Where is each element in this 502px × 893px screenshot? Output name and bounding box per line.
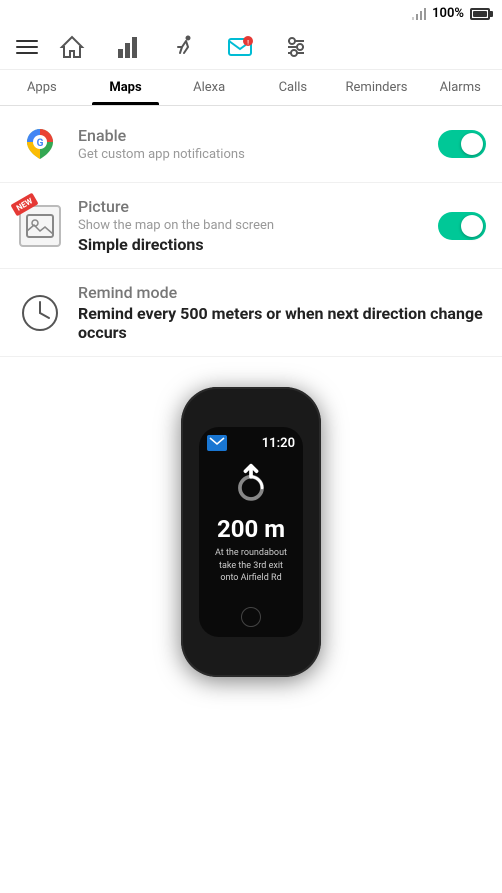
enable-toggle[interactable] <box>438 130 486 158</box>
hamburger-menu[interactable] <box>12 36 42 58</box>
maps-icon-wrap: G <box>16 120 64 168</box>
clock-icon-box <box>19 292 61 334</box>
picture-bold: Simple directions <box>78 235 424 254</box>
enable-row: G Enable Get custom app notifications <box>0 106 502 183</box>
status-bar: 100% <box>0 0 502 25</box>
band-home-button <box>241 607 261 627</box>
header-nav: ! <box>0 25 502 70</box>
clock-icon-wrap <box>16 289 64 337</box>
band-preview-container: 11:20 200 m At the roundabout take the 3… <box>0 357 502 717</box>
tab-alarms[interactable]: Alarms <box>418 70 502 105</box>
picture-title: Picture <box>78 197 424 216</box>
nav-icons: ! <box>58 33 310 61</box>
battery-percentage: 100% <box>432 6 464 21</box>
reminders-nav-button[interactable]: ! <box>226 33 254 61</box>
tab-reminders[interactable]: Reminders <box>335 70 419 105</box>
enable-desc: Get custom app notifications <box>78 147 424 162</box>
enable-text: Enable Get custom app notifications <box>78 126 424 162</box>
tab-maps[interactable]: Maps <box>84 70 168 105</box>
remind-row: Remind mode Remind every 500 meters or w… <box>0 269 502 357</box>
alarms-nav-button[interactable] <box>282 33 310 61</box>
remind-text: Remind mode Remind every 500 meters or w… <box>78 283 486 342</box>
settings-content: G Enable Get custom app notifications NE… <box>0 106 502 357</box>
tab-alexa[interactable]: Alexa <box>167 70 251 105</box>
stats-nav-button[interactable] <box>114 33 142 61</box>
clock-icon <box>21 294 59 332</box>
maps-app-icon: G <box>19 123 61 165</box>
stats-icon <box>114 33 142 61</box>
tab-apps[interactable]: Apps <box>0 70 84 105</box>
home-icon <box>58 33 86 61</box>
picture-row: NEW Picture Show the map on the band scr… <box>0 183 502 269</box>
picture-icon-wrap: NEW <box>16 202 64 250</box>
picture-toggle[interactable] <box>438 212 486 240</box>
home-nav-button[interactable] <box>58 33 86 61</box>
band-device: 11:20 200 m At the roundabout take the 3… <box>181 387 321 677</box>
remind-bold: Remind every 500 meters or when next dir… <box>78 304 486 342</box>
enable-title: Enable <box>78 126 424 145</box>
tab-calls[interactable]: Calls <box>251 70 335 105</box>
svg-text:G: G <box>37 138 44 149</box>
band-screen: 11:20 200 m At the roundabout take the 3… <box>199 427 303 637</box>
picture-desc: Show the map on the band screen <box>78 218 424 233</box>
band-time: 11:20 <box>262 436 295 451</box>
picture-text: Picture Show the map on the band screen … <box>78 197 424 254</box>
band-maps-icon <box>207 435 227 451</box>
remind-title: Remind mode <box>78 283 486 302</box>
reminders-icon: ! <box>226 33 254 61</box>
signal-icon <box>410 7 426 21</box>
picture-icon <box>26 214 54 238</box>
battery-icon <box>470 8 490 20</box>
band-nav-icon <box>226 461 276 511</box>
band-top-bar: 11:20 <box>207 435 295 451</box>
band-instruction: At the roundabout take the 3rd exit onto… <box>207 547 295 585</box>
settings-icon <box>282 33 310 61</box>
band-distance: 200 m <box>217 515 285 543</box>
roundabout-icon <box>227 462 275 510</box>
activity-icon <box>170 33 198 61</box>
activity-nav-button[interactable] <box>170 33 198 61</box>
tabs-bar: Apps Maps Alexa Calls Reminders Alarms <box>0 70 502 106</box>
